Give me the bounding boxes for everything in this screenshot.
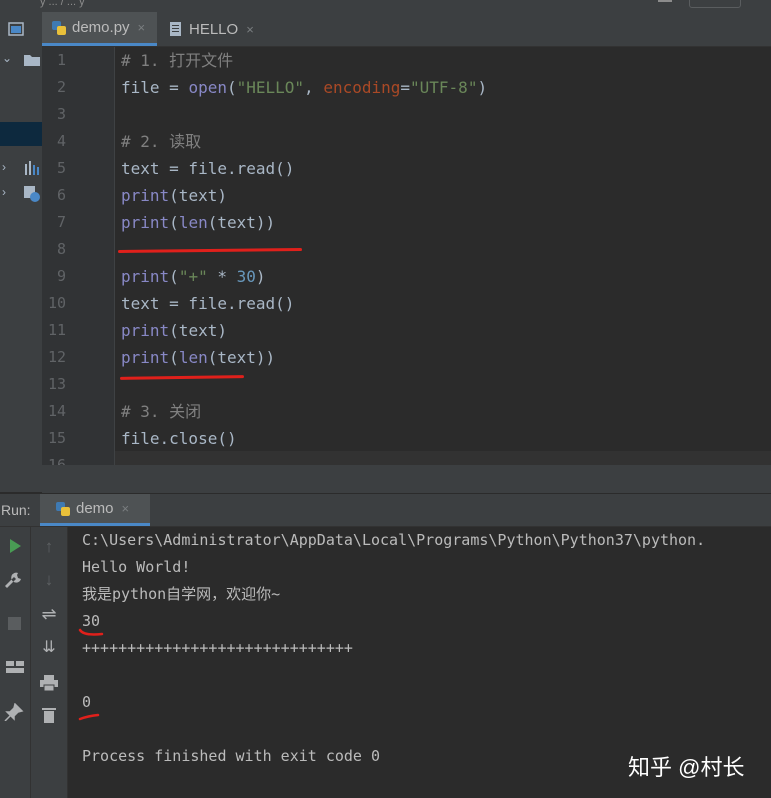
python-file-icon bbox=[52, 20, 66, 35]
line-number-gutter: 1 2 3 4 5 6 7 8 9 10 11 12 13 14 15 16 bbox=[42, 47, 115, 465]
run-tab-demo[interactable]: demo × bbox=[40, 494, 150, 526]
breadcrumb: y ... / ... y bbox=[40, 0, 85, 8]
code-line: # 3. 关闭 bbox=[121, 402, 202, 421]
scratches-row[interactable]: › bbox=[0, 182, 42, 206]
run-tab-label: demo bbox=[76, 500, 114, 517]
project-panel: ⌄ › › bbox=[0, 12, 43, 492]
folder-icon bbox=[24, 55, 40, 66]
scroll-end-icon[interactable]: ⇊ bbox=[37, 637, 61, 657]
line-number: 8 bbox=[56, 240, 66, 258]
red-underline-annotation bbox=[117, 248, 303, 253]
run-toolbar-left bbox=[0, 527, 31, 798]
console-line: C:\Users\Administrator\AppData\Local\Pro… bbox=[82, 531, 706, 549]
code-line: # 2. 读取 bbox=[121, 132, 202, 151]
close-icon[interactable]: × bbox=[138, 20, 146, 35]
selected-file-row[interactable] bbox=[0, 122, 42, 146]
console-line: Process finished with exit code 0 bbox=[82, 747, 381, 765]
chevron-right-icon[interactable]: › bbox=[2, 185, 6, 199]
code-line: print(text) bbox=[121, 186, 227, 205]
code-line: file.close() bbox=[121, 429, 237, 448]
down-arrow-icon[interactable]: ↓ bbox=[37, 570, 61, 590]
code-editor[interactable]: # 1. 打开文件 file = open("HELLO", encoding=… bbox=[115, 47, 771, 465]
code-line: file = open("HELLO", encoding="UTF-8") bbox=[121, 78, 488, 97]
line-number: 11 bbox=[47, 321, 66, 339]
line-number: 10 bbox=[47, 294, 66, 312]
line-number: 3 bbox=[56, 105, 66, 123]
line-number: 7 bbox=[56, 213, 66, 231]
chevron-right-icon[interactable]: › bbox=[2, 160, 6, 174]
watermark: 知乎 @村长 bbox=[628, 755, 745, 780]
tab-hello[interactable]: HELLO × bbox=[157, 12, 257, 46]
line-number: 4 bbox=[56, 132, 66, 150]
tab-label: HELLO bbox=[189, 20, 239, 38]
minimize-icon[interactable] bbox=[658, 0, 672, 2]
red-underline-annotation bbox=[78, 713, 100, 721]
code-line: print(text) bbox=[121, 321, 227, 340]
line-number: 12 bbox=[47, 348, 66, 366]
line-number: 9 bbox=[56, 267, 66, 285]
close-icon[interactable]: × bbox=[122, 501, 130, 516]
red-underline-annotation bbox=[78, 628, 104, 636]
code-line: text = file.read() bbox=[121, 159, 295, 178]
line-number: 6 bbox=[56, 186, 66, 204]
current-line-highlight bbox=[115, 451, 771, 465]
code-line: print("+" * 30) bbox=[121, 267, 266, 286]
print-icon[interactable] bbox=[37, 674, 61, 692]
line-number: 16 bbox=[47, 456, 66, 465]
code-line: text = file.read() bbox=[121, 294, 295, 313]
up-arrow-icon[interactable]: ↑ bbox=[37, 537, 61, 557]
code-line: print(len(text)) bbox=[121, 348, 276, 367]
python-file-icon bbox=[56, 501, 70, 516]
project-root-row[interactable]: ⌄ bbox=[0, 48, 42, 72]
trash-icon[interactable] bbox=[37, 706, 61, 724]
tab-demo-py[interactable]: demo.py × bbox=[42, 12, 157, 46]
run-panel-header: Run: demo × bbox=[0, 494, 771, 527]
wrench-icon[interactable] bbox=[3, 571, 27, 589]
line-number: 5 bbox=[56, 159, 66, 177]
scratch-icon bbox=[24, 186, 40, 202]
window-title-strip: y ... / ... y bbox=[0, 0, 771, 12]
project-icon[interactable] bbox=[8, 22, 24, 36]
line-number: 15 bbox=[47, 429, 66, 447]
line-number: 14 bbox=[47, 402, 66, 420]
run-label: Run: bbox=[1, 502, 31, 518]
layout-icon[interactable] bbox=[3, 659, 27, 675]
chevron-down-icon[interactable]: ⌄ bbox=[2, 51, 12, 65]
pin-icon[interactable] bbox=[3, 703, 27, 721]
red-underline-annotation bbox=[119, 375, 245, 380]
soft-wrap-icon[interactable]: ⇌ bbox=[37, 604, 61, 625]
editor-tabs: demo.py × HELLO × bbox=[42, 12, 771, 47]
console-line: 我是python自学网，欢迎你~ bbox=[82, 585, 281, 603]
line-number: 1 bbox=[56, 51, 66, 69]
project-header-row[interactable] bbox=[0, 18, 42, 42]
code-line: print(len(text)) bbox=[121, 213, 276, 232]
close-icon[interactable]: × bbox=[246, 22, 254, 37]
line-number: 13 bbox=[47, 375, 66, 393]
line-number: 2 bbox=[56, 78, 66, 96]
text-file-icon bbox=[170, 22, 181, 36]
rerun-icon[interactable] bbox=[3, 538, 27, 554]
code-line: # 1. 打开文件 bbox=[121, 51, 234, 70]
stop-icon[interactable] bbox=[3, 615, 27, 631]
console-line: Hello World! bbox=[82, 558, 191, 576]
run-toolbar-right: ↑ ↓ ⇌ ⇊ bbox=[31, 527, 68, 798]
tab-label: demo.py bbox=[72, 19, 130, 36]
chart-icon bbox=[25, 161, 39, 175]
run-config-button[interactable] bbox=[689, 0, 741, 8]
editor-bottom-area bbox=[42, 465, 771, 493]
external-libraries-row[interactable]: › bbox=[0, 157, 42, 181]
console-line: ++++++++++++++++++++++++++++++ bbox=[82, 639, 353, 657]
